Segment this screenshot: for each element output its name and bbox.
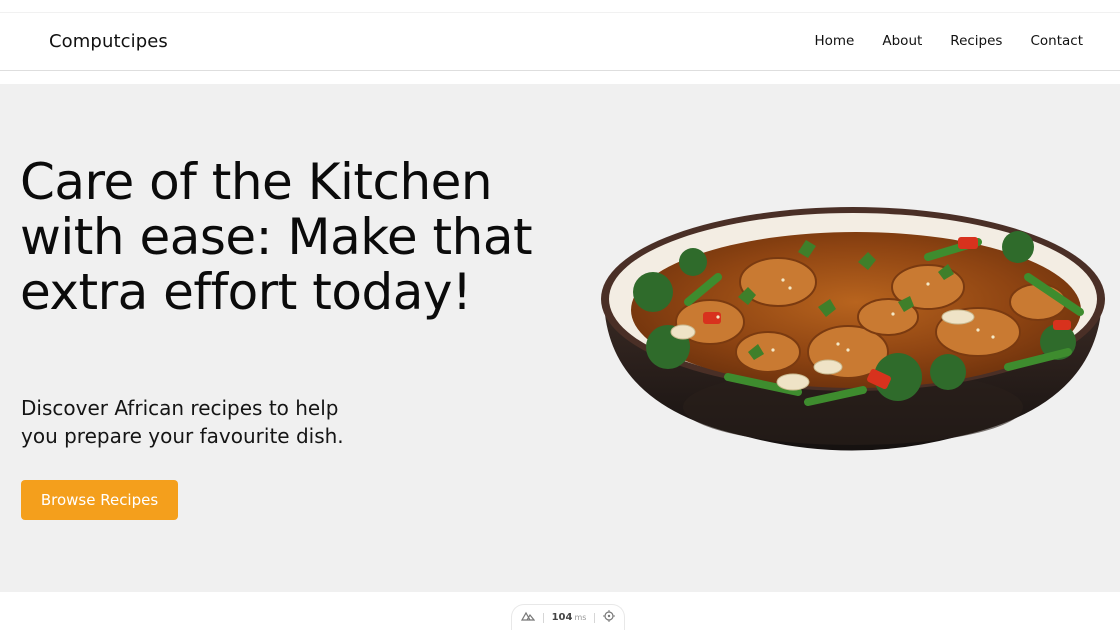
brand-logo-text[interactable]: Computcipes [49,31,168,52]
toolbar-divider [594,612,596,623]
nav-link-contact[interactable]: Contact [1030,33,1083,49]
nav-link-about[interactable]: About [882,33,922,49]
crosshair-icon[interactable] [603,610,616,625]
stir-fry-bowl-image [601,207,1105,451]
hero-subtitle: Discover African recipes to help you pre… [21,396,344,448]
hero-headline: Care of the Kitchen with ease: Make that… [20,153,533,321]
top-strip [0,0,1120,12]
hero-section: Care of the Kitchen with ease: Make that… [0,84,1120,592]
nav-link-recipes[interactable]: Recipes [950,33,1002,49]
navbar: Computcipes Home About Recipes Contact [0,12,1120,71]
dev-toolbar[interactable]: 104 ms [511,604,625,630]
main-menu: Home About Recipes Contact [815,33,1084,49]
browse-recipes-button[interactable]: Browse Recipes [21,480,178,520]
spacer [0,71,1120,84]
toolbar-divider [542,612,544,623]
nuxt-logo-icon[interactable] [520,611,535,624]
render-time-value: 104 [551,612,573,623]
render-time: 104 ms [552,612,587,623]
nav-link-home[interactable]: Home [815,33,855,49]
render-time-unit: ms [574,613,587,622]
